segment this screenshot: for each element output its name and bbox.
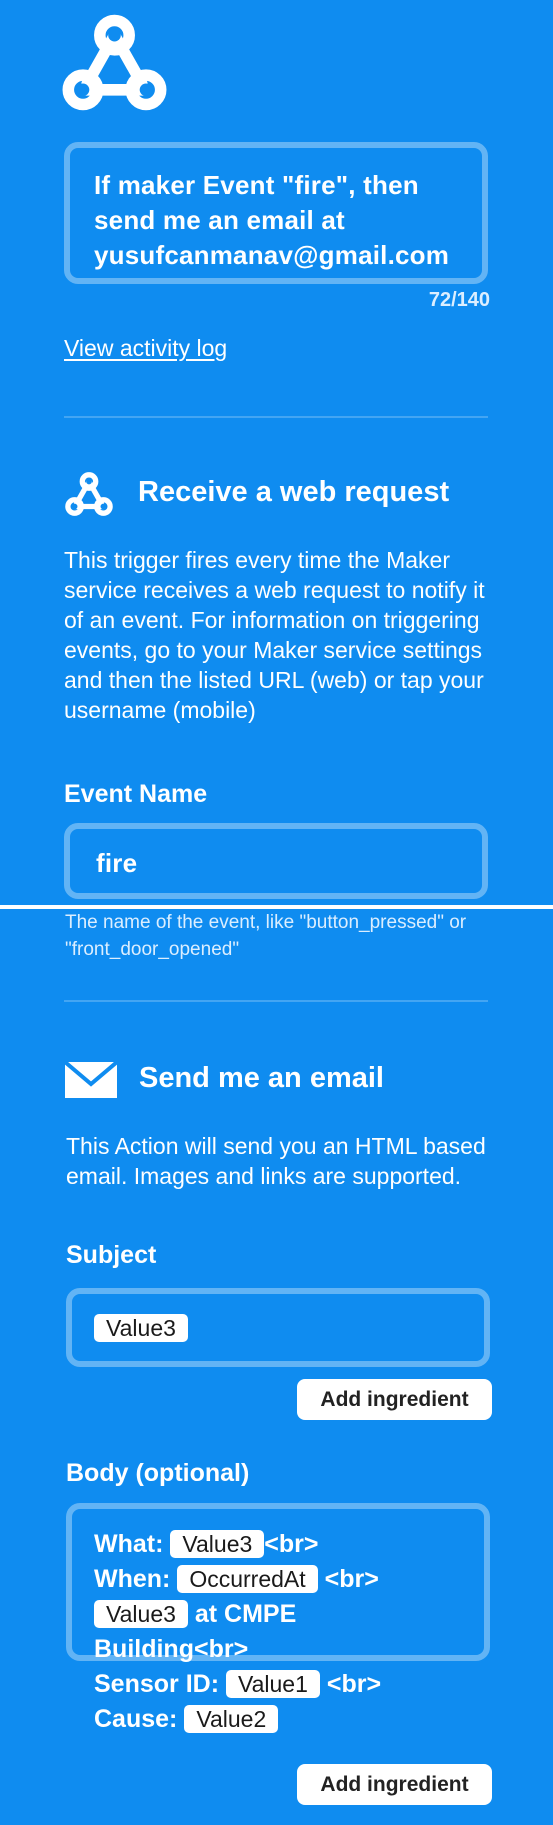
ingredient-pill-value3[interactable]: Value3 bbox=[170, 1530, 265, 1558]
body-when-label: When: bbox=[94, 1565, 171, 1593]
subject-field[interactable]: Value3 bbox=[66, 1288, 490, 1367]
ingredient-pill-occurredat[interactable]: OccurredAt bbox=[177, 1565, 318, 1593]
body-line-what: What: Value3 <br> bbox=[94, 1527, 484, 1562]
view-activity-log-link[interactable]: View activity log bbox=[64, 335, 227, 362]
action-title: Send me an email bbox=[139, 1062, 384, 1094]
body-label: Body (optional) bbox=[66, 1459, 250, 1487]
add-ingredient-button[interactable]: Add ingredient bbox=[297, 1764, 492, 1805]
body-line-sensor: Sensor ID: Value1 <br> bbox=[94, 1667, 484, 1702]
applet-title-text[interactable]: If maker Event "fire", then send me an e… bbox=[94, 168, 460, 273]
body-cause-label: Cause: bbox=[94, 1705, 178, 1733]
body-field[interactable]: What: Value3 <br> When: OccurredAt <br> V… bbox=[66, 1503, 490, 1733]
event-name-label: Event Name bbox=[64, 780, 208, 808]
event-name-help: The name of the event, like "button_pres… bbox=[65, 912, 467, 960]
event-name-value[interactable]: fire bbox=[96, 846, 482, 881]
body-location-text: at CMPE bbox=[194, 1600, 297, 1628]
ingredient-pill-value3[interactable]: Value3 bbox=[94, 1600, 188, 1628]
webhooks-icon bbox=[62, 14, 167, 111]
character-counter: 72/140 bbox=[428, 289, 490, 311]
applet-title-field[interactable]: If maker Event "fire", then send me an e… bbox=[64, 142, 488, 284]
body-line-building: Building<br> bbox=[94, 1635, 249, 1663]
trigger-description: This trigger fires every time the Maker … bbox=[64, 547, 485, 723]
body-line-when: When: OccurredAt <br> bbox=[94, 1562, 484, 1597]
body-what-label: What: bbox=[94, 1530, 164, 1558]
action-config-panel: The name of the event, like "button_pres… bbox=[0, 909, 553, 1825]
ingredient-pill-value3[interactable]: Value3 bbox=[94, 1314, 188, 1342]
applet-config-panel: If maker Event "fire", then send me an e… bbox=[0, 0, 553, 905]
action-description: This Action will send you an HTML based … bbox=[66, 1133, 486, 1189]
event-name-field[interactable]: fire bbox=[64, 823, 488, 899]
body-br-text: <br> bbox=[264, 1530, 319, 1558]
envelope-icon bbox=[65, 1062, 117, 1098]
body-line-cause: Cause: Value2 bbox=[94, 1702, 484, 1737]
ingredient-pill-value2[interactable]: Value2 bbox=[184, 1705, 279, 1733]
body-br-text: <br> bbox=[326, 1670, 382, 1698]
webhooks-icon bbox=[65, 472, 113, 516]
section-divider bbox=[64, 1000, 488, 1002]
trigger-title: Receive a web request bbox=[138, 476, 450, 508]
subject-label: Subject bbox=[66, 1241, 157, 1269]
section-divider bbox=[64, 416, 488, 418]
body-sensor-label: Sensor ID: bbox=[94, 1670, 220, 1698]
body-br-text: <br> bbox=[324, 1565, 379, 1593]
body-line-location: Value3 at CMPE bbox=[94, 1597, 484, 1632]
add-ingredient-button[interactable]: Add ingredient bbox=[297, 1379, 492, 1420]
ingredient-pill-value1[interactable]: Value1 bbox=[225, 1670, 320, 1698]
